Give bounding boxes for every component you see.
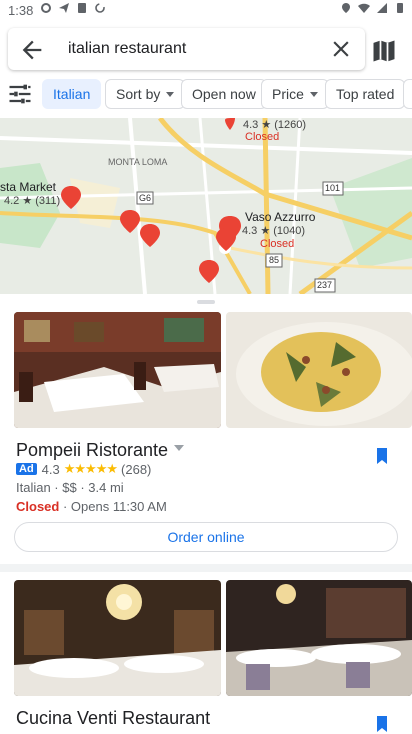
sim-icon <box>78 3 86 13</box>
result-divider <box>0 564 412 572</box>
settings-icon <box>41 3 51 13</box>
result-card[interactable]: Pompeii Ristorante Ad 4.3 ★★★★★ (268) It… <box>0 294 412 564</box>
map-label-costa-rating: 4.2 ★ (311) <box>4 195 61 207</box>
map-canvas <box>0 118 412 294</box>
caret-down-icon[interactable] <box>174 445 184 451</box>
chip-italian-label: Italian <box>53 86 91 102</box>
result-photo-dining-tables[interactable] <box>226 580 412 696</box>
chip-open-now-label: Open now <box>192 86 256 102</box>
result-card[interactable]: Cucina Venti Restaurant <box>0 572 412 732</box>
result-rating-row: Ad 4.3 ★★★★★ (268) <box>16 461 151 477</box>
chevron-down-icon <box>309 91 318 97</box>
chip-open-now[interactable]: Open now <box>181 79 267 109</box>
search-input[interactable]: italian restaurant <box>68 40 186 58</box>
filter-sliders-icon[interactable] <box>6 80 34 108</box>
search-box[interactable]: italian restaurant <box>8 28 365 70</box>
result-photo-dish[interactable] <box>226 312 412 428</box>
status-notification-icons <box>40 2 106 14</box>
status-closed: Closed <box>16 499 60 514</box>
search-bar: italian restaurant <box>0 24 412 74</box>
map-label-vaso-rating: 4.3 ★ (1040) <box>242 225 306 237</box>
order-online-button[interactable]: Order online <box>14 522 398 552</box>
chip-price-label: Price <box>272 86 304 102</box>
map-label-top-rating: 4.3 ★ (1260) <box>243 119 307 131</box>
result-hours: Closed · Opens 11:30 AM <box>16 499 167 514</box>
map-view-icon[interactable] <box>370 37 398 65</box>
chip-sort-by-label: Sort by <box>116 86 161 102</box>
back-arrow-icon[interactable] <box>18 36 46 64</box>
battery-icon <box>397 3 403 13</box>
opening-time: · Opens 11:30 AM <box>62 499 167 514</box>
route-label-85: 85 <box>269 255 280 265</box>
status-time: 1:38 <box>8 3 34 18</box>
chevron-down-icon <box>166 91 175 97</box>
location-icon <box>342 3 350 13</box>
route-label-101: 101 <box>325 183 341 193</box>
signal-icon <box>377 3 387 13</box>
result-title[interactable]: Cucina Venti Restaurant <box>16 708 210 729</box>
rating-value: 4.3 <box>41 461 60 477</box>
results-sheet[interactable]: Pompeii Ristorante Ad 4.3 ★★★★★ (268) It… <box>0 294 412 732</box>
ad-badge: Ad <box>16 463 37 475</box>
bookmark-icon[interactable] <box>372 714 392 734</box>
route-label-g6: G6 <box>139 193 152 203</box>
map-label-top-status: Closed <box>245 131 280 143</box>
map-label-monta-loma: MONTA LOMA <box>108 157 168 167</box>
star-rating-icon: ★★★★★ <box>63 461 118 476</box>
close-icon[interactable] <box>328 36 354 62</box>
chip-italian[interactable]: Italian <box>42 79 102 109</box>
wifi-icon <box>358 3 370 13</box>
chip-more[interactable] <box>403 79 412 109</box>
send-icon <box>59 3 69 13</box>
map-label-vaso-name: Vaso Azzurro <box>245 210 316 224</box>
status-bar: 1:38 <box>0 0 412 22</box>
chip-price[interactable]: Price <box>261 79 329 109</box>
refresh-icon <box>95 3 105 13</box>
bookmark-icon[interactable] <box>372 446 392 466</box>
result-details: Italian · $$ · 3.4 mi <box>16 480 124 495</box>
chip-top-rated[interactable]: Top rated <box>325 79 406 109</box>
result-photo-dining-room[interactable] <box>14 312 221 428</box>
review-count: (268) <box>121 461 152 477</box>
map-label-vaso-status: Closed <box>260 238 295 250</box>
map-view[interactable]: 4.3 ★ (1260) Closed MONTA LOMA sta Marke… <box>0 118 412 294</box>
order-online-label: Order online <box>167 529 245 545</box>
filter-chips: Italian Sort by Open now Price Top rated <box>0 76 412 114</box>
status-system-icons <box>340 2 406 14</box>
route-label-237: 237 <box>317 280 333 290</box>
map-label-costa-market: sta Market <box>0 180 57 194</box>
chip-sort-by[interactable]: Sort by <box>105 79 186 109</box>
result-photo-chandelier-room[interactable] <box>14 580 221 696</box>
result-title[interactable]: Pompeii Ristorante <box>16 440 168 461</box>
chip-top-rated-label: Top rated <box>336 86 395 102</box>
